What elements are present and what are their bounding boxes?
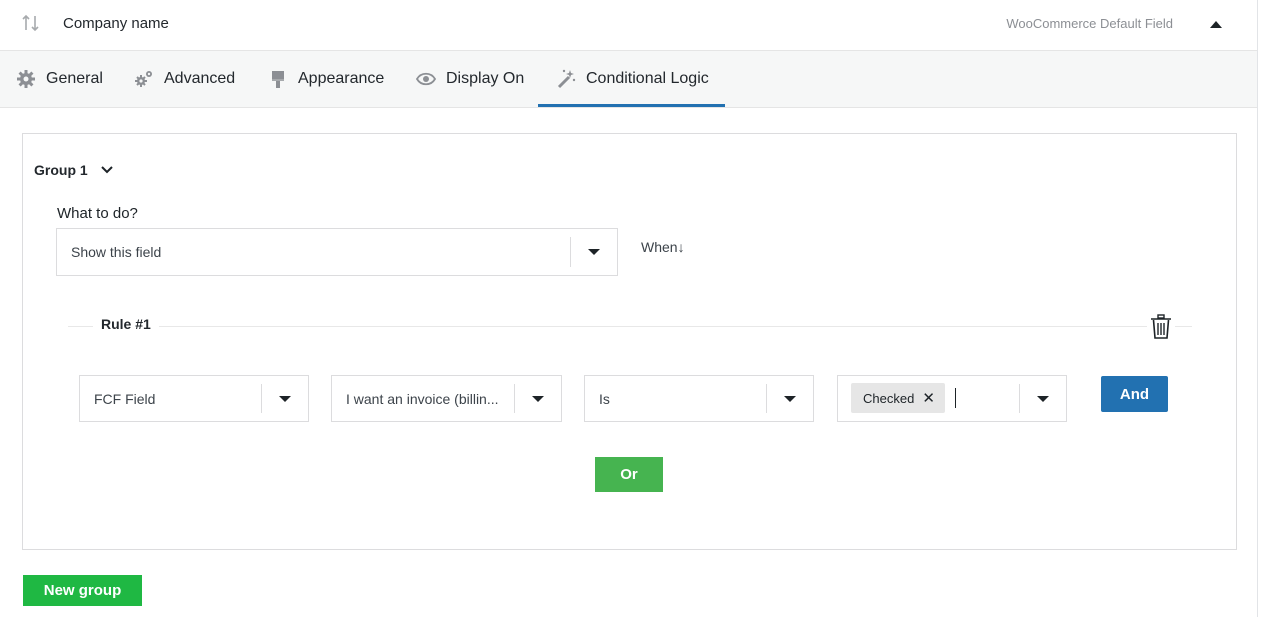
caret-up-icon[interactable] bbox=[1206, 16, 1226, 32]
and-button[interactable]: And bbox=[1101, 376, 1168, 412]
tab-bar: General Advanced Appearance Display On C… bbox=[0, 51, 1257, 108]
paintbrush-icon bbox=[272, 71, 284, 88]
rule-field-arrow[interactable] bbox=[514, 384, 561, 413]
rule-field-value: I want an invoice (billin... bbox=[346, 390, 499, 407]
caret-down-icon bbox=[588, 249, 600, 255]
rule-divider bbox=[68, 326, 1192, 327]
tab-appearance-label: Appearance bbox=[298, 70, 385, 87]
rule-value-multiselect[interactable]: Checked ✕ bbox=[837, 375, 1067, 422]
tab-general-label: General bbox=[46, 70, 103, 87]
gears-icon bbox=[135, 71, 152, 87]
action-select[interactable]: Show this field bbox=[56, 228, 618, 276]
group-title: Group 1 bbox=[34, 162, 88, 178]
tab-advanced[interactable]: Advanced bbox=[134, 51, 235, 107]
tab-display-on-label: Display On bbox=[446, 70, 525, 87]
field-type-label: WooCommerce Default Field bbox=[1006, 16, 1173, 31]
rule-field-source-select[interactable]: FCF Field bbox=[79, 375, 309, 422]
gear-icon bbox=[17, 70, 35, 88]
rule-field-source-value: FCF Field bbox=[94, 390, 156, 407]
rule-operator-arrow[interactable] bbox=[766, 384, 813, 413]
tab-general[interactable]: General bbox=[16, 51, 103, 107]
tab-appearance[interactable]: Appearance bbox=[268, 51, 384, 107]
rule-operator-select[interactable]: Is bbox=[584, 375, 814, 422]
value-tag: Checked ✕ bbox=[851, 383, 945, 413]
eye-icon bbox=[416, 72, 436, 86]
panel-right-border bbox=[1257, 0, 1258, 617]
caret-down-icon bbox=[279, 395, 291, 402]
rule-field-select[interactable]: I want an invoice (billin... bbox=[331, 375, 562, 422]
when-label: When↓ bbox=[641, 239, 685, 255]
rule-value-arrow[interactable] bbox=[1019, 384, 1066, 413]
action-select-value: Show this field bbox=[71, 244, 162, 260]
action-select-arrow[interactable] bbox=[570, 237, 617, 267]
field-header: Company name WooCommerce Default Field bbox=[0, 0, 1257, 51]
tab-conditional-logic-label: Conditional Logic bbox=[586, 70, 709, 87]
rule-title: Rule #1 bbox=[93, 316, 159, 332]
magic-wand-icon bbox=[557, 69, 576, 89]
caret-down-icon bbox=[532, 395, 544, 402]
tab-advanced-label: Advanced bbox=[164, 70, 236, 87]
sort-arrows-icon[interactable] bbox=[20, 12, 42, 34]
group-toggle[interactable]: Group 1 bbox=[34, 162, 114, 178]
tab-conditional-logic[interactable]: Conditional Logic bbox=[538, 51, 725, 107]
field-title: Company name bbox=[63, 15, 169, 32]
text-cursor bbox=[955, 388, 956, 408]
delete-rule-button[interactable] bbox=[1147, 313, 1175, 341]
rule-field-source-arrow[interactable] bbox=[261, 384, 308, 413]
rule-operator-value: Is bbox=[599, 390, 610, 407]
conditional-logic-panel: Group 1 What to do? Show this field When… bbox=[22, 133, 1237, 550]
tab-display-on[interactable]: Display On bbox=[416, 51, 524, 107]
caret-down-icon bbox=[784, 395, 796, 402]
trash-icon bbox=[1151, 314, 1171, 339]
or-button[interactable]: Or bbox=[595, 457, 663, 492]
what-to-do-label: What to do? bbox=[57, 205, 138, 222]
new-group-button[interactable]: New group bbox=[23, 575, 142, 606]
chevron-down-icon bbox=[100, 166, 113, 174]
caret-down-icon bbox=[1037, 395, 1049, 402]
value-tag-label: Checked bbox=[863, 390, 915, 406]
remove-tag-icon[interactable]: ✕ bbox=[922, 391, 935, 406]
